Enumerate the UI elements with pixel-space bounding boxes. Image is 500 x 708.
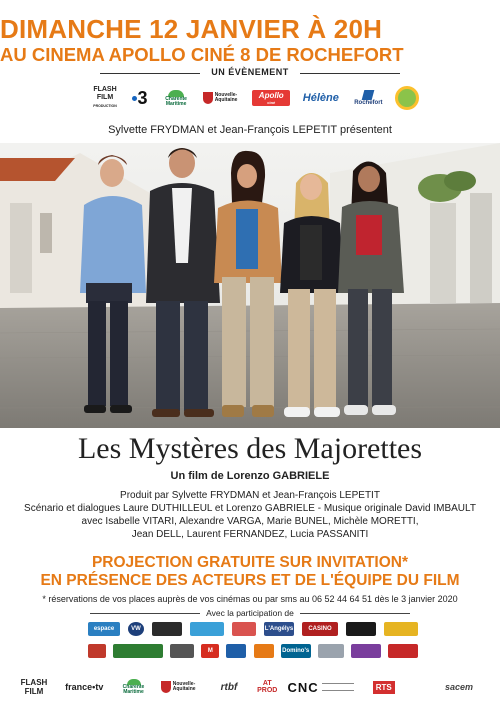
sponsor-9 xyxy=(384,622,418,636)
projection-line-2: EN PRÉSENCE DES ACTEURS ET DE L'ÉQUIPE D… xyxy=(40,572,460,589)
credits-block: Produit par Sylvette FRYDMAN et Jean-Fra… xyxy=(0,489,500,541)
flash-film-logo-bottom: FLASH FILM xyxy=(20,678,48,696)
event-label: UN ÉVÈNEMENT xyxy=(200,67,300,77)
sponsor-casino: CASINO xyxy=(302,622,338,636)
nouvelle-aquitaine-logo-bottom: Nouvelle-Aquitaine xyxy=(160,681,204,693)
sponsor-mcdonalds: M xyxy=(201,644,220,658)
at-prod-logo: AT PROD xyxy=(257,680,278,694)
sponsor-18 xyxy=(350,644,381,658)
sponsor-14 xyxy=(226,644,247,658)
credit-line-cast-2: Jean DELL, Laurent FERNANDEZ, Lucia PASS… xyxy=(131,529,369,540)
sponsor-15 xyxy=(253,644,274,658)
crest-icon xyxy=(160,681,171,693)
event-venue: AU CINEMA APOLLO CINÉ 8 DE ROCHEFORT xyxy=(0,44,404,65)
poster: DIMANCHE 12 JANVIER À 20H AU CINEMA APOL… xyxy=(0,0,500,708)
credit-line-writers: Scénario et dialogues Laure DUTHILLEUL e… xyxy=(24,503,476,514)
sponsor-espace: espace xyxy=(88,622,120,636)
sponsor-row-2: M Domino's xyxy=(88,644,418,658)
circle-emblem-icon xyxy=(394,86,419,110)
cast-photo xyxy=(0,143,500,428)
rtbf-logo: rtbf xyxy=(220,681,238,693)
cast-photo-illustration xyxy=(0,143,500,428)
circle-logo xyxy=(394,86,420,110)
presenters-line: Sylvette FRYDMAN et Jean-François LEPETI… xyxy=(108,124,392,136)
sponsor-volkswagen: VW xyxy=(128,622,144,636)
charente-maritime-logo: Charente Maritime xyxy=(159,89,193,107)
projection-block: PROJECTION GRATUITE SUR INVITATION* EN P… xyxy=(0,554,500,590)
rts-logo: RTS xyxy=(372,680,425,694)
sponsor-5 xyxy=(232,622,256,636)
sponsor-3 xyxy=(152,622,182,636)
top-logo-strip: FLASH FILM PRODUCTION 3 Charente Maritim… xyxy=(90,84,420,112)
cnc-caption-bar xyxy=(321,683,354,691)
helene-fm-logo: Hélène xyxy=(302,92,339,104)
crest-icon xyxy=(202,92,213,104)
nouvelle-aquitaine-logo: Nouvelle-Aquitaine xyxy=(202,92,244,104)
sacem-logo: sacem xyxy=(444,682,474,692)
france-tv-logo: france•tv xyxy=(65,682,104,692)
sponsor-row-1: espace VW L'Angélys CASINO xyxy=(88,622,418,636)
projection-line-1: PROJECTION GRATUITE SUR INVITATION* xyxy=(91,554,409,571)
charente-maritime-logo-bottom: Charente Maritime xyxy=(115,679,153,695)
sponsor-10 xyxy=(88,644,106,658)
director-line: Un film de Lorenzo GABRIELE xyxy=(170,470,330,482)
sponsor-19 xyxy=(387,644,418,658)
france3-logo: 3 xyxy=(129,88,151,109)
sponsor-8 xyxy=(346,622,376,636)
sponsor-11 xyxy=(113,644,164,658)
sponsor-4 xyxy=(190,622,224,636)
sponsor-12 xyxy=(170,644,195,658)
participation-label: Avec la participation de xyxy=(206,608,294,618)
credit-line-producers: Produit par Sylvette FRYDMAN et Jean-Fra… xyxy=(120,490,380,501)
bottom-logo-strip: FLASH FILM france•tv Charente Maritime N… xyxy=(14,673,486,701)
film-title: Les Mystères des Majorettes xyxy=(77,432,423,465)
sponsor-dominos: Domino's xyxy=(280,644,311,658)
reservation-note: * réservations de vos places auprès de v… xyxy=(42,594,458,604)
flash-film-logo: FLASH FILM PRODUCTION xyxy=(93,86,117,108)
r-mark-icon xyxy=(362,90,375,100)
blue-dot-icon xyxy=(131,95,137,101)
apollo-cine-logo: Apollo ciné xyxy=(252,90,291,106)
event-date: DIMANCHE 12 JANVIER À 20H xyxy=(0,14,383,44)
cnc-logo: CNC xyxy=(288,680,366,695)
rochefort-logo: Rochefort xyxy=(351,90,385,106)
sponsor-langelys: L'Angélys xyxy=(264,622,294,636)
credit-line-cast-1: avec Isabelle VITARI, Alexandre VARGA, M… xyxy=(81,516,419,527)
sponsor-17 xyxy=(317,644,344,658)
